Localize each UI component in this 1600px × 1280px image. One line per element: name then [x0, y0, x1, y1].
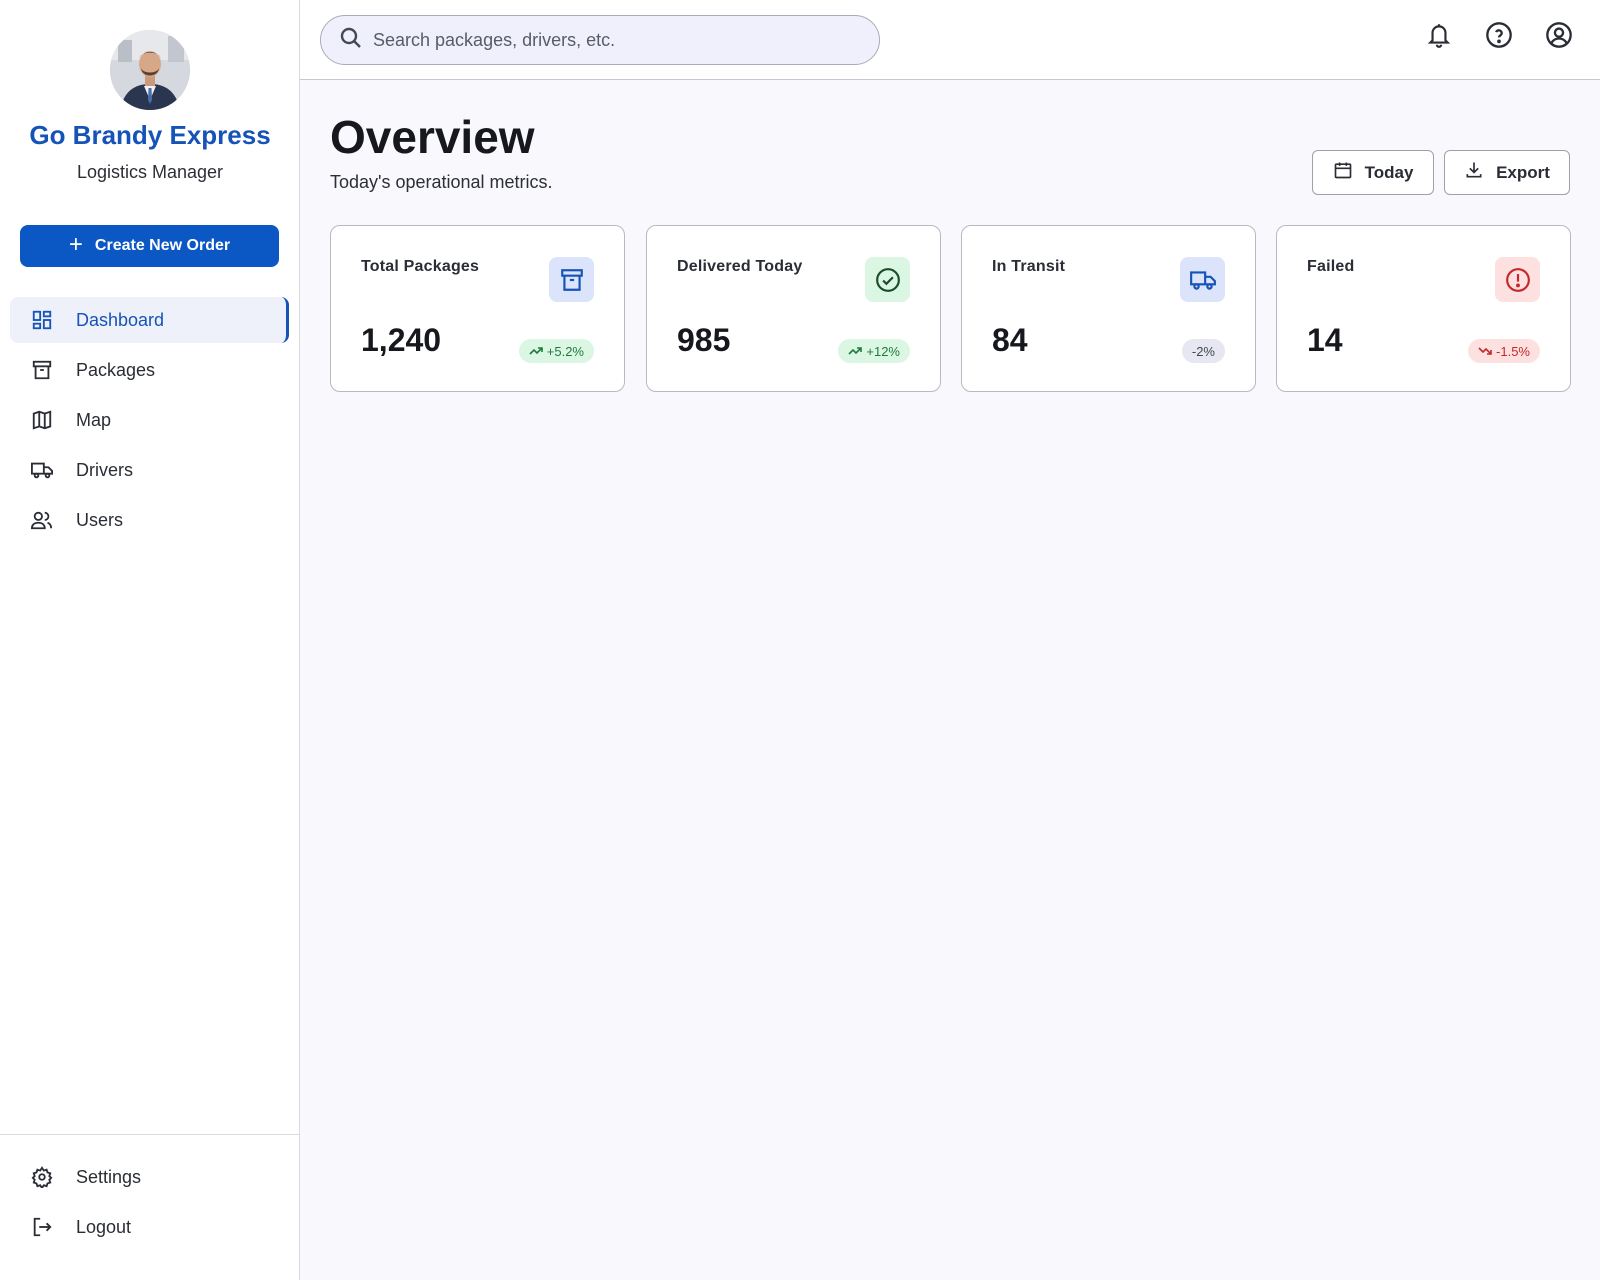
trend-value: +12%: [866, 343, 900, 359]
sidebar: Go Brandy Express Logistics Manager + Cr…: [0, 0, 300, 1280]
sidebar-item-label: Settings: [76, 1166, 142, 1187]
plus-icon: +: [68, 231, 83, 258]
brand-name: Go Brandy Express: [29, 120, 271, 150]
card-title: Failed: [1307, 258, 1355, 275]
check-circle-icon: [865, 257, 910, 302]
card-value: 84: [992, 322, 1028, 358]
dashboard-icon: [30, 308, 54, 332]
topbar-actions: [1424, 20, 1574, 50]
today-button[interactable]: Today: [1312, 150, 1434, 195]
sidebar-item-packages[interactable]: Packages: [10, 347, 289, 393]
search-input[interactable]: [373, 29, 853, 51]
trend-badge: +5.2%: [518, 339, 594, 363]
map-icon: [30, 408, 54, 432]
card-title: In Transit: [992, 258, 1066, 275]
account-icon[interactable]: [1544, 20, 1574, 50]
calendar-icon: [1333, 160, 1353, 185]
trend-value: -1.5%: [1496, 343, 1530, 359]
sidebar-item-label: Logout: [76, 1216, 132, 1237]
topbar: [300, 0, 1600, 80]
card-title: Total Packages: [361, 258, 480, 275]
users-icon: [30, 508, 54, 532]
logout-icon: [30, 1215, 54, 1239]
metric-card-delivered-today[interactable]: Delivered Today 985 +12%: [646, 225, 941, 392]
brand-role: Logistics Manager: [76, 162, 224, 182]
metric-card-failed[interactable]: Failed 14 -1.5%: [1276, 225, 1571, 392]
export-button-label: Export: [1496, 162, 1550, 182]
page-subtitle: Today's operational metrics.: [330, 172, 553, 192]
create-new-order-button[interactable]: + Create New Order: [20, 225, 279, 267]
trending-up-icon: [529, 344, 543, 359]
trending-up-icon: [848, 344, 863, 359]
sidebar-item-logout[interactable]: Logout: [10, 1204, 289, 1250]
search-bar[interactable]: [320, 15, 880, 65]
alert-circle-icon: [1495, 257, 1540, 302]
sidebar-item-dashboard[interactable]: Dashboard: [10, 297, 289, 343]
truck-icon: [1180, 257, 1225, 302]
sidebar-item-label: Drivers: [76, 459, 133, 480]
gear-icon: [30, 1165, 54, 1189]
download-icon: [1464, 160, 1484, 185]
sidebar-item-settings[interactable]: Settings: [10, 1154, 289, 1200]
bell-icon[interactable]: [1424, 20, 1454, 50]
card-value: 985: [677, 322, 731, 358]
sidebar-item-label: Users: [76, 509, 124, 530]
metric-card-in-transit[interactable]: In Transit 84 -2%: [961, 225, 1256, 392]
search-icon: [339, 26, 363, 55]
sidebar-nav: Dashboard Packages Map Drivers Users: [10, 297, 289, 547]
export-button[interactable]: Export: [1444, 150, 1570, 195]
sidebar-item-users[interactable]: Users: [10, 497, 289, 543]
trend-badge: +12%: [838, 339, 910, 363]
sidebar-item-label: Map: [76, 409, 112, 430]
avatar[interactable]: [110, 30, 190, 110]
metric-card-total-packages[interactable]: Total Packages 1,240 +5.2%: [330, 225, 625, 392]
help-icon[interactable]: [1484, 20, 1514, 50]
sidebar-item-label: Packages: [76, 359, 156, 380]
sidebar-item-drivers[interactable]: Drivers: [10, 447, 289, 493]
card-title: Delivered Today: [677, 258, 803, 275]
truck-icon: [30, 458, 54, 482]
sidebar-bottom-nav: Settings Logout: [10, 1154, 289, 1254]
trending-down-icon: [1478, 344, 1492, 359]
archive-box-icon: [30, 358, 54, 382]
create-new-order-label: Create New Order: [94, 237, 231, 254]
today-button-label: Today: [1364, 162, 1414, 182]
sidebar-item-map[interactable]: Map: [10, 397, 289, 443]
trend-value: -2%: [1191, 343, 1215, 359]
page-title: Overview: [330, 111, 535, 163]
trend-badge: -2%: [1181, 339, 1225, 363]
trend-value: +5.2%: [546, 343, 584, 359]
trend-badge: -1.5%: [1468, 339, 1540, 363]
archive-box-icon: [549, 257, 594, 302]
sidebar-divider: [0, 1134, 299, 1135]
card-value: 1,240: [361, 322, 442, 358]
card-value: 14: [1307, 322, 1343, 358]
sidebar-item-label: Dashboard: [76, 309, 165, 330]
